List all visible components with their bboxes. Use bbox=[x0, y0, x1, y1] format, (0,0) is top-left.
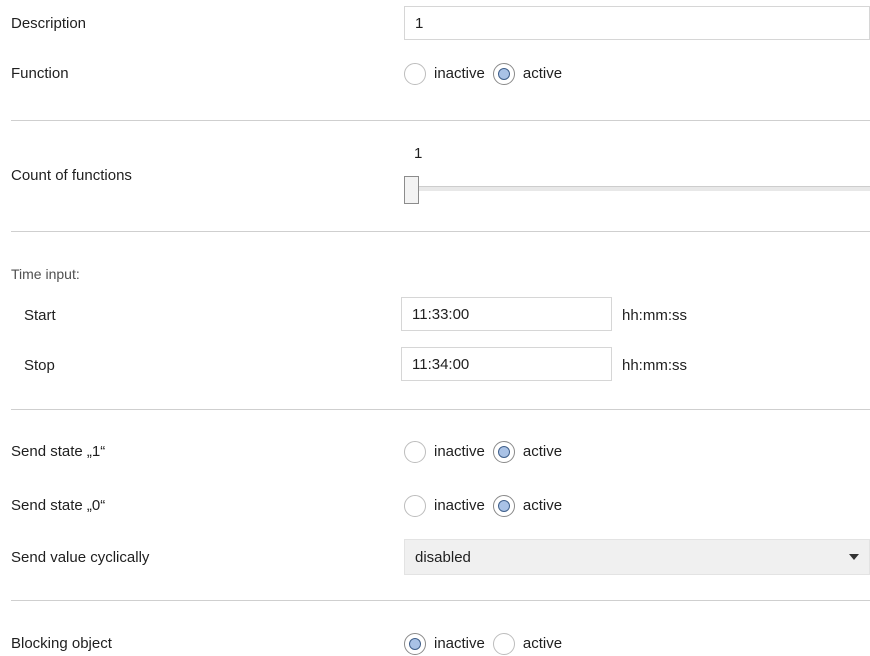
stop-unit: hh:mm:ss bbox=[622, 357, 688, 374]
send-state-0-option-active[interactable]: active bbox=[492, 495, 563, 517]
send-state-1-option-inactive[interactable]: inactive bbox=[404, 441, 485, 463]
send-state-0-inactive-radio[interactable] bbox=[404, 495, 426, 517]
time-input-title: Time input: bbox=[11, 266, 80, 282]
section-divider bbox=[11, 120, 870, 121]
stop-time-input[interactable] bbox=[401, 347, 612, 381]
blocking-option-active[interactable]: active bbox=[492, 633, 563, 655]
function-label: Function bbox=[11, 65, 69, 82]
send-state-0-option-inactive[interactable]: inactive bbox=[404, 495, 485, 517]
description-label: Description bbox=[11, 15, 87, 32]
blocking-option-inactive[interactable]: inactive bbox=[404, 633, 485, 655]
send-state-1-option-active[interactable]: active bbox=[492, 441, 563, 463]
function-active-text: active bbox=[522, 65, 563, 82]
send-state-0-active-text: active bbox=[522, 497, 563, 514]
count-slider-thumb[interactable] bbox=[404, 176, 419, 204]
send-cyclic-label: Send value cyclically bbox=[11, 549, 150, 566]
start-label: Start bbox=[24, 307, 56, 324]
send-state-1-radio-group: inactive active bbox=[404, 440, 570, 464]
send-state-1-active-radio[interactable] bbox=[492, 441, 515, 463]
function-active-radio[interactable] bbox=[492, 63, 515, 85]
send-state-0-active-radio[interactable] bbox=[492, 495, 515, 517]
send-state-1-active-text: active bbox=[522, 443, 563, 460]
section-divider bbox=[11, 409, 870, 410]
function-inactive-text: inactive bbox=[434, 65, 485, 82]
start-time-input[interactable] bbox=[401, 297, 612, 331]
description-input[interactable] bbox=[404, 6, 870, 40]
send-state-0-label: Send state „0“ bbox=[11, 497, 106, 514]
count-label: Count of functions bbox=[11, 167, 132, 184]
function-option-inactive[interactable]: inactive bbox=[404, 63, 485, 85]
function-inactive-radio[interactable] bbox=[404, 63, 426, 85]
blocking-radio-group: inactive active bbox=[404, 632, 570, 656]
section-divider bbox=[11, 600, 870, 601]
send-cyclic-value: disabled bbox=[415, 548, 471, 566]
function-radio-group: inactive active bbox=[404, 62, 570, 86]
blocking-active-text: active bbox=[522, 635, 563, 652]
section-divider bbox=[11, 231, 870, 232]
blocking-active-radio[interactable] bbox=[492, 633, 515, 655]
count-slider-track[interactable] bbox=[416, 186, 870, 191]
start-unit: hh:mm:ss bbox=[622, 307, 688, 324]
blocking-label: Blocking object bbox=[11, 635, 112, 652]
chevron-down-icon bbox=[849, 554, 859, 560]
send-state-0-radio-group: inactive active bbox=[404, 494, 570, 518]
stop-label: Stop bbox=[24, 357, 55, 374]
send-state-0-inactive-text: inactive bbox=[434, 497, 485, 514]
count-value: 1 bbox=[414, 145, 423, 162]
send-state-1-inactive-text: inactive bbox=[434, 443, 485, 460]
send-cyclic-dropdown[interactable]: disabled bbox=[404, 539, 870, 575]
blocking-inactive-text: inactive bbox=[434, 635, 485, 652]
send-state-1-inactive-radio[interactable] bbox=[404, 441, 426, 463]
send-state-1-label: Send state „1“ bbox=[11, 443, 106, 460]
blocking-inactive-radio[interactable] bbox=[404, 633, 426, 655]
function-option-active[interactable]: active bbox=[492, 63, 563, 85]
